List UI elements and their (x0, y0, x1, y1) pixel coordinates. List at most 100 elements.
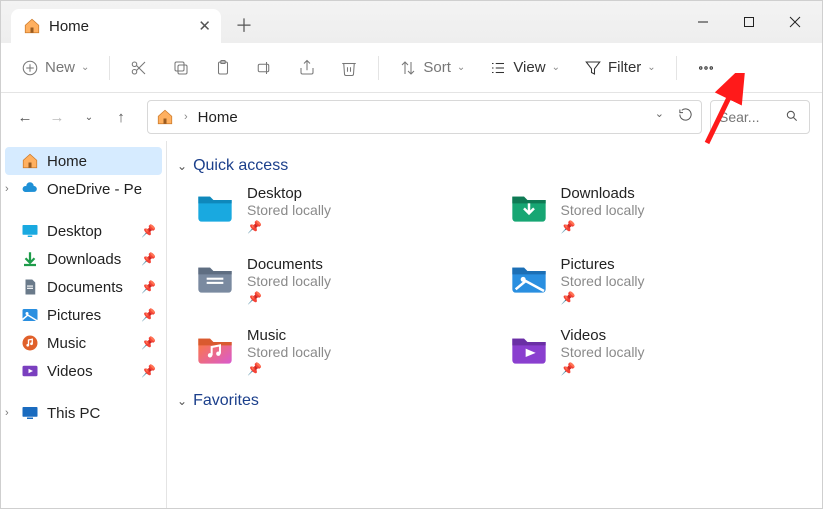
breadcrumb-separator: › (184, 111, 188, 123)
up-button[interactable]: ↑ (109, 105, 133, 129)
sort-button[interactable]: Sort ⌄ (391, 53, 473, 83)
section-title: Quick access (193, 157, 288, 175)
search-box[interactable] (710, 100, 810, 134)
cloud-icon (21, 180, 39, 198)
new-tab-button[interactable]: ＋ (235, 12, 253, 38)
chevron-down-icon: ⌄ (552, 62, 560, 73)
quick-item-downloads[interactable]: Downloads Stored locally 📌 (509, 185, 813, 234)
quick-item-sub: Stored locally (561, 273, 645, 289)
browser-tab[interactable]: Home ✕ (11, 9, 221, 43)
downloads-folder-icon (509, 185, 549, 225)
sidebar-item-label: Home (47, 153, 87, 170)
more-icon (697, 59, 715, 77)
quick-item-sub: Stored locally (247, 273, 331, 289)
tab-title: Home (49, 18, 89, 35)
sidebar-item-label: Downloads (47, 251, 121, 268)
maximize-button[interactable] (726, 7, 772, 37)
quick-item-title: Downloads (561, 185, 645, 202)
quick-item-title: Documents (247, 256, 331, 273)
trash-icon (340, 59, 358, 77)
sidebar-item-label: OneDrive - Pe (47, 181, 142, 198)
section-title: Favorites (193, 392, 259, 410)
delete-button[interactable] (332, 53, 366, 83)
forward-button[interactable]: → (45, 105, 69, 129)
cut-button[interactable] (122, 53, 156, 83)
sidebar-item-videos[interactable]: Videos 📌 (1, 357, 166, 385)
pictures-icon (21, 306, 39, 324)
filter-button[interactable]: Filter ⌄ (576, 53, 664, 83)
plus-circle-icon (21, 59, 39, 77)
expand-icon[interactable]: › (5, 407, 9, 419)
pin-icon: 📌 (141, 252, 156, 266)
sidebar-item-downloads[interactable]: Downloads 📌 (1, 245, 166, 273)
sidebar-item-music[interactable]: Music 📌 (1, 329, 166, 357)
copy-icon (172, 59, 190, 77)
more-button[interactable] (689, 53, 723, 83)
sidebar-item-onedrive[interactable]: › OneDrive - Pe (1, 175, 166, 203)
tab-close-button[interactable]: ✕ (198, 17, 211, 35)
toolbar: New ⌄ Sort ⌄ View ⌄ Filter ⌄ (1, 43, 822, 93)
music-icon (21, 334, 39, 352)
recent-dropdown[interactable]: ⌄ (77, 105, 101, 129)
navbar: ← → ⌄ ↑ › Home ⌄ (1, 93, 822, 141)
quick-item-documents[interactable]: Documents Stored locally 📌 (195, 256, 499, 305)
new-button[interactable]: New ⌄ (13, 53, 97, 83)
pin-icon: 📌 (141, 364, 156, 378)
videos-folder-icon (509, 327, 549, 367)
pin-icon: 📌 (247, 291, 331, 305)
pin-icon: 📌 (561, 362, 645, 376)
address-bar[interactable]: › Home ⌄ (147, 100, 702, 134)
search-input[interactable] (719, 109, 779, 125)
pin-icon: 📌 (141, 280, 156, 294)
minimize-button[interactable] (680, 7, 726, 37)
pin-icon: 📌 (141, 308, 156, 322)
chevron-down-icon: ⌄ (81, 62, 89, 73)
view-label: View (513, 59, 545, 76)
quick-access-grid: Desktop Stored locally 📌 Downloads Store… (195, 185, 812, 376)
back-button[interactable]: ← (13, 105, 37, 129)
pin-icon: 📌 (141, 224, 156, 238)
quick-item-music[interactable]: Music Stored locally 📌 (195, 327, 499, 376)
sidebar-item-documents[interactable]: Documents 📌 (1, 273, 166, 301)
sort-label: Sort (423, 59, 451, 76)
section-quick-access[interactable]: ⌄ Quick access (177, 157, 812, 175)
sidebar-item-home[interactable]: Home (5, 147, 162, 175)
quick-item-sub: Stored locally (247, 344, 331, 360)
copy-button[interactable] (164, 53, 198, 83)
share-icon (298, 59, 316, 77)
pin-icon: 📌 (141, 336, 156, 350)
section-favorites[interactable]: ⌄ Favorites (177, 392, 812, 410)
main-area: Home › OneDrive - Pe Desktop 📌 Downloads… (1, 141, 822, 508)
paste-button[interactable] (206, 53, 240, 83)
sidebar-item-pictures[interactable]: Pictures 📌 (1, 301, 166, 329)
music-folder-icon (195, 327, 235, 367)
home-icon (21, 152, 39, 170)
content: ⌄ Quick access Desktop Stored locally 📌 (167, 141, 822, 508)
pin-icon: 📌 (247, 362, 331, 376)
separator (378, 56, 379, 80)
rename-icon (256, 59, 274, 77)
rename-button[interactable] (248, 53, 282, 83)
new-label: New (45, 59, 75, 76)
window-controls (680, 7, 818, 37)
address-dropdown[interactable]: ⌄ (655, 107, 664, 127)
expand-icon[interactable]: › (5, 183, 9, 195)
quick-item-desktop[interactable]: Desktop Stored locally 📌 (195, 185, 499, 234)
view-button[interactable]: View ⌄ (481, 53, 568, 83)
desktop-icon (21, 222, 39, 240)
refresh-button[interactable] (678, 107, 693, 127)
clipboard-icon (214, 59, 232, 77)
sidebar-item-label: This PC (47, 405, 100, 422)
chevron-down-icon: ⌄ (647, 62, 655, 73)
quick-item-title: Pictures (561, 256, 645, 273)
quick-item-pictures[interactable]: Pictures Stored locally 📌 (509, 256, 813, 305)
quick-item-videos[interactable]: Videos Stored locally 📌 (509, 327, 813, 376)
sidebar-item-desktop[interactable]: Desktop 📌 (1, 217, 166, 245)
quick-item-sub: Stored locally (247, 202, 331, 218)
quick-item-title: Videos (561, 327, 645, 344)
share-button[interactable] (290, 53, 324, 83)
videos-icon (21, 362, 39, 380)
sidebar-item-thispc[interactable]: › This PC (1, 399, 166, 427)
close-button[interactable] (772, 7, 818, 37)
view-icon (489, 59, 507, 77)
